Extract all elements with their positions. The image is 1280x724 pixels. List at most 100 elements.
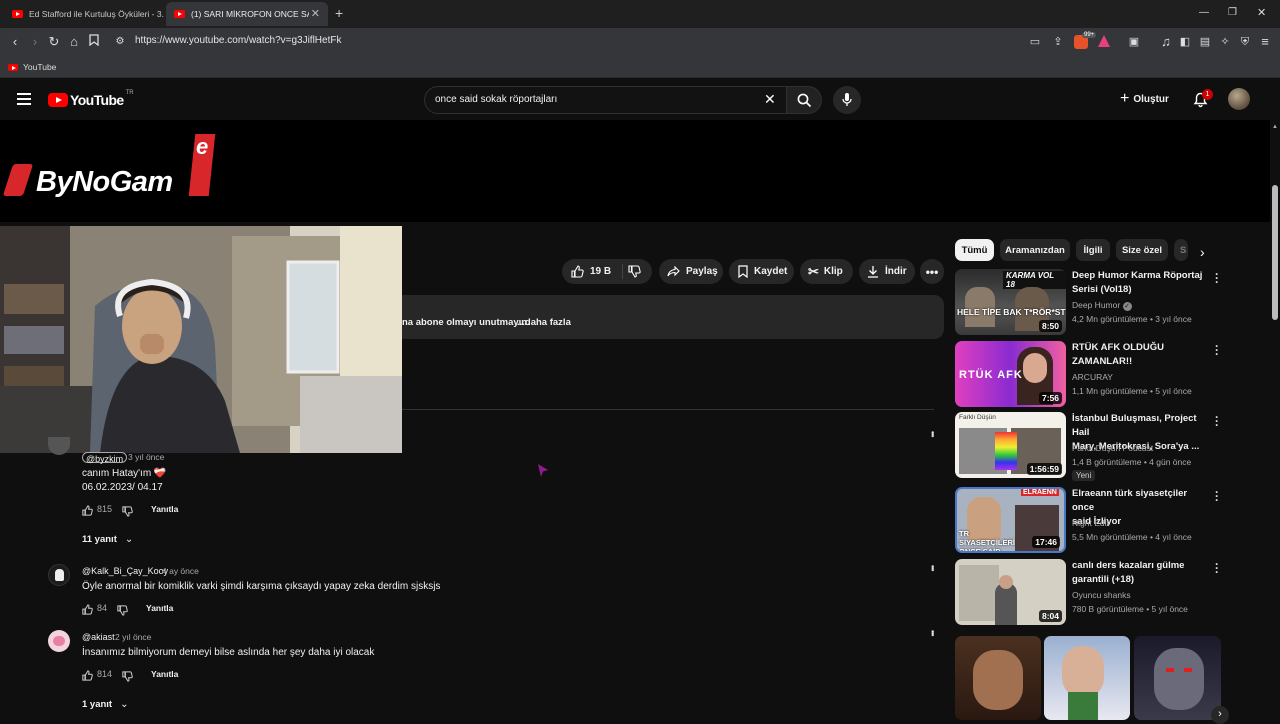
video-thumbnail-2[interactable]: RTÜK AFK 7:56: [955, 341, 1066, 407]
bynogame-logo-mark-icon: [2, 164, 34, 196]
scrollbar-thumb[interactable]: [1272, 185, 1278, 320]
video-thumbnail-4[interactable]: ELRAENN TR SİYASETÇİLERİ ONCE SAİD 17:46: [955, 487, 1066, 553]
show-replies-button[interactable]: 11 yanıt ⌄: [82, 534, 133, 545]
leo-ai-icon[interactable]: ✧: [1217, 34, 1233, 50]
more-actions-button[interactable]: •••: [920, 259, 944, 284]
browser-tab-2[interactable]: (1) SARI MİKROFON ONCE SAİD ✕: [166, 2, 328, 26]
share-button[interactable]: Paylaş: [659, 259, 723, 284]
comment-author-3[interactable]: @akiast: [82, 632, 115, 642]
search-input[interactable]: once said sokak röportajları: [435, 94, 557, 105]
chip-related[interactable]: İlgili: [1076, 239, 1110, 261]
show-more-link[interactable]: ...daha fazla: [517, 317, 571, 328]
reload-icon[interactable]: ↻: [46, 34, 62, 50]
cast-icon[interactable]: ▭: [1027, 34, 1043, 50]
video-menu-icon[interactable]: · · ·: [1214, 411, 1220, 431]
url-field[interactable]: https://www.youtube.com/watch?v=g3JiflHe…: [135, 35, 341, 46]
video-title-5[interactable]: canlı ders kazaları gülme garantili (+18): [1072, 559, 1207, 587]
reply-button[interactable]: Yanıtla: [151, 504, 178, 514]
bookmark-youtube[interactable]: YouTube: [8, 62, 56, 72]
site-settings-icon[interactable]: ⚙: [112, 34, 128, 50]
comment-like-button[interactable]: [82, 503, 93, 521]
chip-from-search[interactable]: Aramanızdan: [1000, 239, 1070, 261]
video-channel-5[interactable]: Oyuncu shanks: [1072, 590, 1131, 600]
wallet-icon[interactable]: ▤: [1197, 34, 1213, 50]
video-channel-2[interactable]: ARCURAY: [1072, 372, 1113, 382]
comment-dislike-button[interactable]: [117, 603, 128, 621]
brave-rewards-icon[interactable]: [1098, 35, 1110, 47]
comment-dislike-button[interactable]: [122, 504, 133, 522]
shorts-thumbnail-2[interactable]: [1044, 636, 1130, 720]
back-arrow-icon[interactable]: ‹: [7, 34, 23, 50]
thumbnail-caption: RTÜK AFK: [959, 369, 1023, 381]
comment-like-button[interactable]: [82, 602, 93, 620]
browser-tab-1[interactable]: Ed Stafford ile Kurtuluş Öyküleri - 3. S: [4, 2, 164, 26]
video-title-1[interactable]: Deep Humor Karma Röportaj Serisi (Vol18): [1072, 269, 1207, 297]
shorts-thumbnail-3[interactable]: [1134, 636, 1221, 720]
new-tab-button[interactable]: +: [335, 5, 343, 21]
hamburger-menu-icon[interactable]: [17, 93, 31, 105]
shorts-next-chevron-icon[interactable]: ›: [1211, 706, 1229, 724]
video-menu-icon[interactable]: · · ·: [1214, 486, 1220, 506]
comment-dislike-button[interactable]: [122, 669, 133, 687]
menu-icon[interactable]: ≡: [1257, 34, 1273, 50]
reply-button[interactable]: Yanıtla: [151, 669, 178, 679]
shorts-thumbnail-1[interactable]: [955, 636, 1041, 720]
video-thumbnail-1[interactable]: KARMA VOL 18 HELE TİPE BAK T*RÖR*ST 8:50: [955, 269, 1066, 335]
like-button[interactable]: 19 B: [562, 259, 622, 284]
create-button[interactable]: + Oluştur: [1120, 91, 1169, 107]
chip-for-you[interactable]: Size özel: [1116, 239, 1168, 261]
comment-menu-icon[interactable]: •••: [928, 630, 937, 635]
clip-button[interactable]: ✂ Klip: [800, 259, 853, 284]
comment-time-3: 2 yıl önce: [115, 632, 152, 642]
video-title-2[interactable]: RTÜK AFK OLDUĞU ZAMANLAR!!: [1072, 341, 1207, 369]
comment-menu-icon[interactable]: •••: [928, 565, 937, 570]
video-thumbnail-5[interactable]: 8:04: [955, 559, 1066, 625]
video-channel-1[interactable]: Deep Humor ✓: [1072, 300, 1132, 311]
video-menu-icon[interactable]: · · ·: [1214, 558, 1220, 578]
sidebar-panel-icon[interactable]: ▣: [1126, 34, 1142, 50]
comment-like-button[interactable]: [82, 668, 93, 686]
minimize-button[interactable]: —: [1199, 7, 1209, 18]
comment-menu-icon[interactable]: •••: [928, 431, 937, 436]
video-duration: 8:50: [1038, 320, 1062, 332]
forward-arrow-icon[interactable]: ›: [27, 34, 43, 50]
video-description[interactable]: na abone olmayı unutmayın. ...daha fazla: [402, 295, 944, 339]
save-button[interactable]: Kaydet: [729, 259, 794, 284]
comment-author-1[interactable]: @byzkim: [82, 452, 128, 464]
video-channel-3[interactable]: Farklı Düşün Podcast: [1072, 443, 1153, 453]
chips-next-chevron-icon[interactable]: ›: [1200, 244, 1205, 260]
reply-button[interactable]: Yanıtla: [146, 603, 173, 613]
commenter-avatar[interactable]: [48, 564, 70, 586]
restore-button[interactable]: ❐: [1228, 7, 1237, 18]
comment-text-1b: 06.02.2023/ 04.17: [82, 482, 163, 493]
sidebar-toggle-icon[interactable]: ◧: [1177, 34, 1193, 50]
video-menu-icon[interactable]: · · ·: [1214, 340, 1220, 360]
scroll-up-arrow-icon[interactable]: ▲: [1272, 124, 1278, 130]
youtube-logo[interactable]: YouTube TR: [48, 90, 134, 108]
video-thumbnail-3[interactable]: Farklı Düşün 1:56:59: [955, 412, 1066, 478]
chip-more[interactable]: S: [1174, 239, 1188, 261]
vpn-icon[interactable]: ⛨: [1237, 34, 1253, 50]
clear-search-icon[interactable]: ✕: [764, 91, 776, 108]
video-channel-4[interactable]: Night Edit: [1072, 518, 1109, 528]
home-icon[interactable]: ⌂: [66, 34, 82, 50]
close-tab-icon[interactable]: ✕: [311, 7, 320, 20]
search-box[interactable]: once said sokak röportajları ✕: [424, 86, 787, 114]
dislike-button[interactable]: [628, 265, 641, 281]
account-avatar[interactable]: [1228, 88, 1250, 110]
share-icon: [667, 266, 680, 277]
show-replies-button[interactable]: 1 yanıt ⌄: [82, 699, 129, 710]
commenter-avatar[interactable]: [48, 630, 70, 652]
close-window-button[interactable]: ✕: [1257, 6, 1266, 19]
chip-all[interactable]: Tümü: [955, 239, 994, 261]
comment-time-1: 3 yıl önce: [128, 452, 165, 462]
share-page-icon[interactable]: ⇪: [1050, 34, 1066, 50]
voice-search-button[interactable]: [833, 86, 861, 114]
bookmark-icon[interactable]: [86, 34, 102, 50]
download-button[interactable]: İndir: [859, 259, 915, 284]
comment-author-2[interactable]: @Kalk_Bi_Çay_Kooy: [82, 566, 168, 576]
search-button[interactable]: [786, 86, 822, 114]
video-menu-icon[interactable]: · · ·: [1214, 268, 1220, 288]
channel-name: Deep Humor: [1072, 300, 1121, 310]
music-icon[interactable]: ♫: [1158, 34, 1174, 50]
